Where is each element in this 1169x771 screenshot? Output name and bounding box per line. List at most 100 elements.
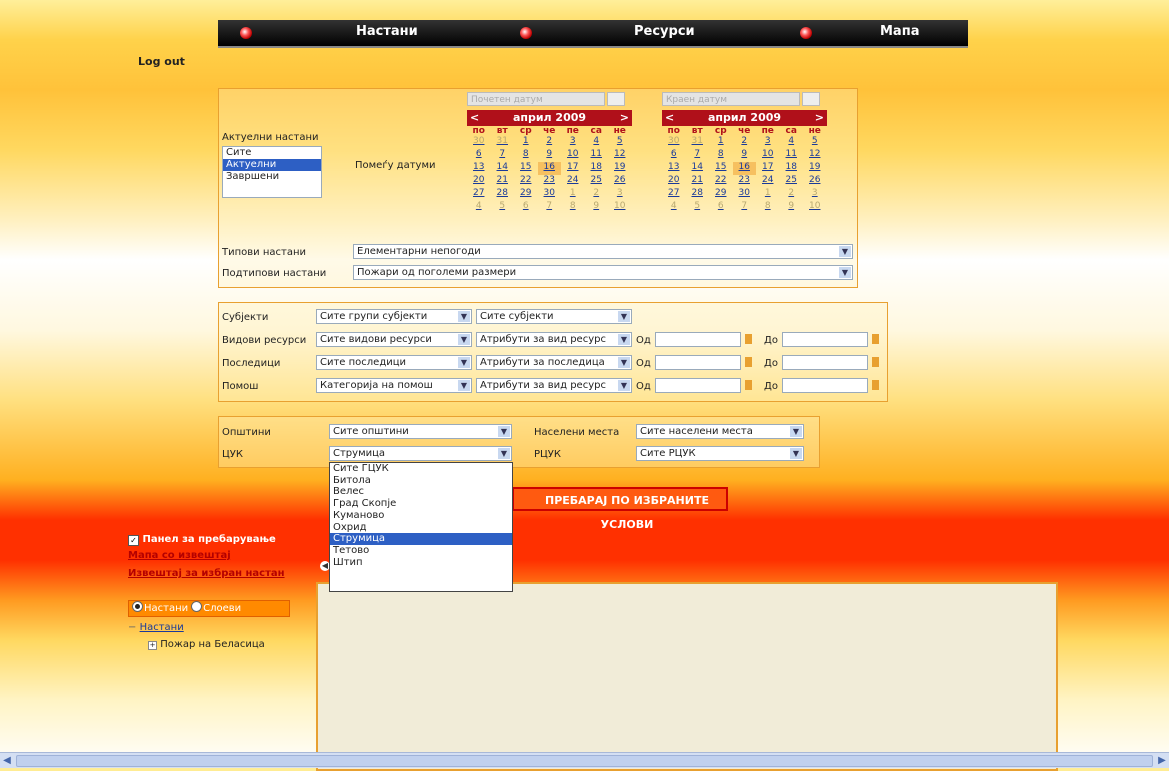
calendar-day[interactable]: 29 <box>709 188 733 201</box>
settlements-select[interactable]: Сите населени места ▼ <box>636 424 804 439</box>
calendar-day[interactable]: 7 <box>733 201 757 214</box>
event-subtypes-select[interactable]: Пожари од поголеми размери ▼ <box>353 265 853 280</box>
scrollbar-thumb[interactable] <box>16 755 1153 767</box>
to-input[interactable] <box>782 332 868 347</box>
tree-item-label[interactable]: Пожар на Беласица <box>160 639 265 650</box>
calendar-day[interactable]: 5 <box>803 136 827 149</box>
calendar-day[interactable]: 6 <box>709 201 733 214</box>
calendar-day[interactable]: 24 <box>561 175 585 188</box>
prev-month-button[interactable]: < <box>665 110 674 126</box>
dropdown-option[interactable]: Штип <box>330 557 512 569</box>
calendar-day[interactable]: 1 <box>561 188 585 201</box>
cuk-dropdown-list[interactable]: Сите ГЦУК Битола Велес Град Скопје Куманово О… <box>329 462 513 592</box>
calendar-day[interactable]: 20 <box>467 175 491 188</box>
calendar-day[interactable]: 16 <box>732 162 756 175</box>
municipalities-select[interactable]: Сите општини ▼ <box>329 424 512 439</box>
calendar-day[interactable]: 15 <box>709 162 733 175</box>
logout-link[interactable]: Log out <box>138 55 185 68</box>
tree-item[interactable]: + Пожар на Беласица <box>148 639 265 650</box>
resource-attribute-select[interactable]: Атрибути за вид ресурс ▼ <box>476 332 632 347</box>
calendar-day[interactable]: 19 <box>608 162 632 175</box>
calendar-day[interactable]: 2 <box>780 188 804 201</box>
horizontal-scrollbar[interactable]: ◀ ▶ <box>0 752 1169 768</box>
calendar-day[interactable]: 8 <box>756 201 780 214</box>
calendar-day[interactable]: 9 <box>538 149 562 162</box>
dropdown-option[interactable]: Охрид <box>330 522 512 534</box>
calendar-day[interactable]: 27 <box>662 188 686 201</box>
calendar-day[interactable]: 20 <box>662 175 686 188</box>
map-area[interactable] <box>316 582 1058 771</box>
calendar-day[interactable]: 9 <box>733 149 757 162</box>
radio-layers[interactable] <box>191 601 203 612</box>
calendar-day[interactable]: 27 <box>467 188 491 201</box>
calendar-day[interactable]: 2 <box>538 136 562 149</box>
calendar-day[interactable]: 7 <box>491 149 515 162</box>
calendar-day[interactable]: 30 <box>662 136 686 149</box>
calendar-icon[interactable] <box>872 357 879 367</box>
from-input[interactable] <box>655 332 741 347</box>
end-date-input[interactable]: Краен датум <box>662 92 800 106</box>
resource-attribute-select[interactable]: Сите субјекти ▼ <box>476 309 632 324</box>
resource-group-select[interactable]: Сите последици ▼ <box>316 355 472 370</box>
calendar-day[interactable]: 22 <box>709 175 733 188</box>
calendar-day[interactable]: 9 <box>780 201 804 214</box>
list-item[interactable]: Сите <box>223 147 321 159</box>
calendar-day[interactable]: 24 <box>756 175 780 188</box>
calendar-day[interactable]: 8 <box>561 201 585 214</box>
calendar-icon[interactable] <box>745 357 752 367</box>
calendar-day[interactable]: 8 <box>709 149 733 162</box>
calendar-day[interactable]: 7 <box>538 201 562 214</box>
calendar-day[interactable]: 3 <box>803 188 827 201</box>
to-input[interactable] <box>782 378 868 393</box>
calendar-day[interactable]: 26 <box>803 175 827 188</box>
calendar-day[interactable]: 2 <box>585 188 609 201</box>
calendar-day[interactable]: 31 <box>686 136 710 149</box>
calendar-day[interactable]: 18 <box>585 162 609 175</box>
resource-attribute-select[interactable]: Атрибути за вид ресурс ▼ <box>476 378 632 393</box>
calendar-day[interactable]: 13 <box>662 162 686 175</box>
calendar-day[interactable]: 23 <box>733 175 757 188</box>
calendar-icon[interactable] <box>745 380 752 390</box>
active-events-listbox[interactable]: Сите Актуелни Завршени <box>222 146 322 198</box>
calendar-day[interactable]: 2 <box>733 136 757 149</box>
tree-root-label[interactable]: Настани <box>140 622 184 633</box>
dropdown-option[interactable]: Тетово <box>330 545 512 557</box>
calendar-day[interactable]: 6 <box>662 149 686 162</box>
nav-resources[interactable]: Ресурси <box>634 20 695 46</box>
scroll-right-icon[interactable]: ▶ <box>1155 753 1169 768</box>
calendar-day[interactable]: 6 <box>467 149 491 162</box>
dropdown-option[interactable]: Куманово <box>330 510 512 522</box>
calendar-day[interactable]: 17 <box>561 162 585 175</box>
cuk-select[interactable]: Струмица ▼ <box>329 446 512 461</box>
calendar-day[interactable]: 1 <box>514 136 538 149</box>
calendar-day[interactable]: 30 <box>733 188 757 201</box>
calendar-day[interactable]: 17 <box>756 162 780 175</box>
calendar-day[interactable]: 22 <box>514 175 538 188</box>
resource-group-select[interactable]: Сите видови ресурси ▼ <box>316 332 472 347</box>
start-date-input[interactable]: Почетен датум <box>467 92 605 106</box>
calendar-day[interactable]: 28 <box>686 188 710 201</box>
search-button[interactable]: ПРЕБАРАЈ ПО ИЗБРАНИТЕ УСЛОВИ <box>512 487 728 531</box>
nav-map[interactable]: Мапа <box>880 20 919 46</box>
calendar-day[interactable]: 21 <box>491 175 515 188</box>
list-item[interactable]: Завршени <box>223 171 321 183</box>
rcuk-select[interactable]: Сите РЦУК ▼ <box>636 446 804 461</box>
calendar-day[interactable]: 30 <box>538 188 562 201</box>
calendar-day[interactable]: 25 <box>585 175 609 188</box>
calendar-day[interactable]: 10 <box>608 201 632 214</box>
calendar-icon[interactable] <box>872 334 879 344</box>
to-input[interactable] <box>782 355 868 370</box>
calendar-day[interactable]: 11 <box>780 149 804 162</box>
calendar-day[interactable]: 5 <box>491 201 515 214</box>
calendar-day[interactable]: 10 <box>756 149 780 162</box>
calendar-day[interactable]: 30 <box>467 136 491 149</box>
calendar-day[interactable]: 3 <box>756 136 780 149</box>
dropdown-option[interactable]: Велес <box>330 486 512 498</box>
calendar-day[interactable]: 7 <box>686 149 710 162</box>
calendar-day[interactable]: 1 <box>756 188 780 201</box>
calendar-day[interactable]: 3 <box>561 136 585 149</box>
tree-collapse-icon[interactable]: − <box>128 622 136 633</box>
calendar-icon[interactable] <box>745 334 752 344</box>
resource-attribute-select[interactable]: Атрибути за последица ▼ <box>476 355 632 370</box>
calendar-day[interactable]: 11 <box>585 149 609 162</box>
